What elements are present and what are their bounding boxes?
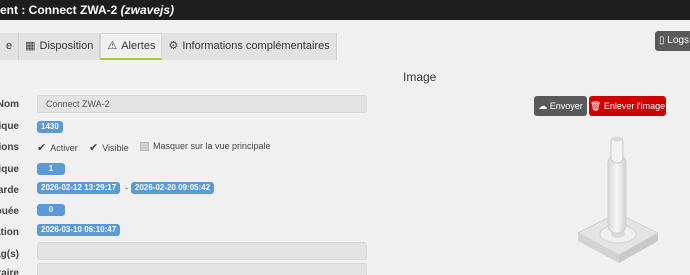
backup-to-badge: 2026-02-20 09:05:42	[131, 182, 215, 194]
tab-equipment-label: e	[6, 40, 13, 52]
comment-field[interactable]	[37, 263, 367, 275]
upload-button[interactable]: ☁ Envoyer	[534, 96, 587, 116]
device-image	[576, 136, 660, 263]
failed-badge: 0	[37, 204, 65, 216]
unchecked-box-icon	[140, 141, 149, 151]
label-backup: garde	[0, 185, 19, 196]
visible-label: Visible	[102, 142, 129, 153]
logic-badge: 1	[37, 163, 65, 175]
label-options: tions	[0, 142, 19, 153]
logs-button[interactable]: ▯ Logs	[655, 31, 690, 51]
backup-from-badge: 2026-02-12 13:29:17	[37, 182, 121, 194]
tab-informations-label: Informations complémentaires	[182, 40, 330, 52]
label-logic: gique	[0, 164, 19, 175]
warning-icon: ⚠	[107, 39, 118, 52]
check-icon: ✔	[89, 142, 99, 154]
remove-label: Enlever l'image	[603, 101, 666, 111]
cloud-upload-icon: ☁	[538, 101, 548, 111]
activate-checkbox[interactable]: ✔ Activer	[37, 141, 78, 154]
table-icon: ▦	[25, 40, 36, 52]
hide-main-checkbox[interactable]: Masquer sur la vue principale	[140, 141, 271, 151]
tab-alertes[interactable]: ⚠ Alertes	[100, 33, 163, 60]
tags-field[interactable]	[37, 242, 367, 260]
upload-label: Envoyer	[549, 101, 583, 111]
tab-disposition-label: Disposition	[39, 40, 94, 52]
file-icon: ▯	[659, 35, 665, 46]
tab-equipment[interactable]: e	[0, 33, 20, 60]
date-separator: -	[125, 183, 128, 193]
label-failed: ouée	[0, 206, 19, 217]
logs-label: Logs	[667, 35, 689, 46]
label-name: Nom	[0, 99, 19, 110]
trash-icon: 🗑	[589, 101, 602, 111]
check-icon: ✔	[37, 142, 47, 154]
label-id: ique	[0, 121, 19, 132]
title-text: ent : Connect ZWA-2	[0, 3, 121, 17]
image-heading: Image	[403, 70, 437, 84]
cogs-icon: ⚙	[168, 40, 179, 52]
activate-label: Activer	[50, 142, 78, 153]
creation-badge: 2026-03-10 06:10:47	[37, 224, 121, 236]
hide-main-label: Masquer sur la vue principale	[153, 141, 271, 151]
remove-image-button[interactable]: 🗑 Enlever l'image	[589, 96, 666, 116]
title-plugin: (zwavejs)	[120, 3, 175, 17]
visible-checkbox[interactable]: ✔ Visible	[89, 141, 129, 154]
name-field[interactable]: Connect ZWA-2	[37, 95, 367, 113]
tab-alertes-label: Alertes	[121, 39, 156, 52]
label-tags: ag(s)	[0, 249, 19, 260]
label-creation: ation	[0, 227, 19, 238]
tab-disposition[interactable]: ▦ Disposition	[19, 33, 101, 60]
id-badge: 1430	[37, 121, 63, 133]
tab-bar: e ▦ Disposition ⚠ Alertes ⚙ Informations…	[0, 33, 337, 60]
label-comment: taire	[0, 268, 19, 275]
tab-informations[interactable]: ⚙ Informations complémentaires	[162, 33, 337, 60]
window-titlebar: ent : Connect ZWA-2 (zwavejs)	[0, 0, 690, 20]
